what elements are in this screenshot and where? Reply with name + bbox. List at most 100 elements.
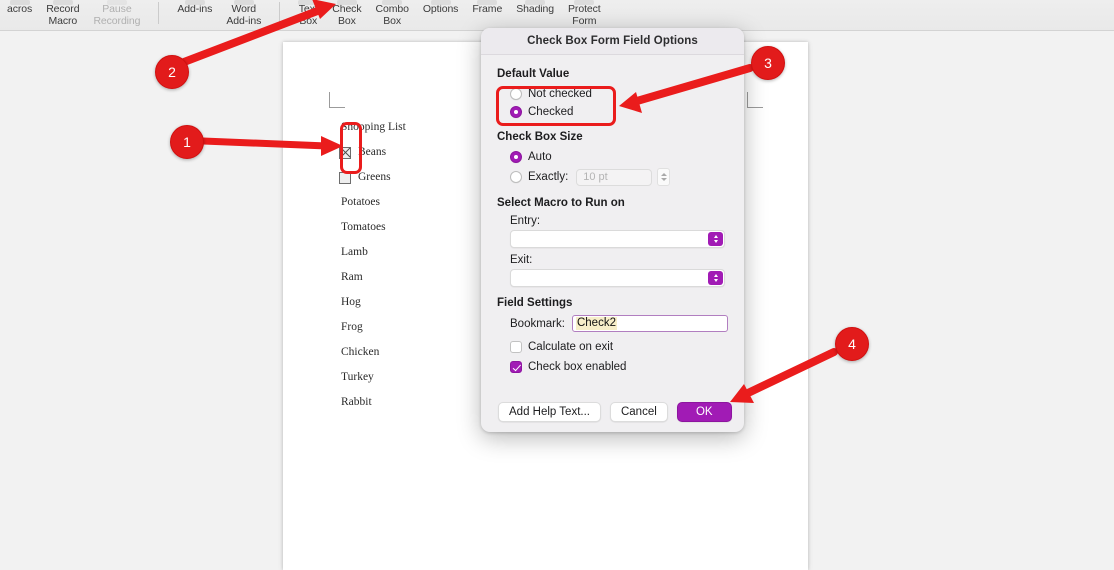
margin-marker-top-left [329,92,345,108]
entry-macro-dropdown[interactable] [510,230,725,248]
chevron-up-icon [713,235,718,239]
ribbon-toolbar: acros Record Macro Pause Recording Add-i… [0,0,1114,31]
toolbar-button-label: Word Add-ins [226,3,262,27]
radio-label-exactly: Exactly: [528,171,569,183]
record-macro-icon [52,0,73,5]
toolbar-button-combo-box[interactable]: Combo Box [368,0,415,30]
list-item-text: Chicken [341,346,380,358]
ok-button[interactable]: OK [676,402,732,422]
toolbar-button-macros[interactable]: acros [0,0,39,30]
checkbox-row-check-box-enabled[interactable]: Check box enabled [510,358,728,376]
word-add-ins-icon [233,0,254,5]
toolbar-separator [279,2,281,24]
radio-not-checked[interactable] [510,88,522,100]
list-item-text: Lamb [341,246,368,258]
macros-icon [9,0,30,5]
bookmark-input[interactable]: Check2 [571,315,728,332]
add-help-text-button[interactable]: Add Help Text... [498,402,601,422]
list-item-text: Hog [341,296,361,308]
radio-row-not-checked[interactable]: Not checked [510,85,728,103]
text-box-icon [298,0,319,5]
toolbar-button-label: Frame [472,3,503,15]
toolbar-button-frame[interactable]: Frame [465,0,509,30]
checkbox-label-check-box-enabled: Check box enabled [528,361,627,373]
toolbar-button-label: acros [7,3,33,15]
form-checkbox-greens[interactable] [339,171,351,184]
options-icon [430,0,451,5]
radio-exactly[interactable] [510,171,522,183]
toolbar-button-check-box[interactable]: Check Box [325,0,368,30]
margin-marker-top-right [747,92,763,108]
stepper-down-icon[interactable] [660,177,667,181]
toolbar-button-label: Pause Recording [93,3,141,27]
dialog-titlebar: Check Box Form Field Options [481,28,744,55]
label-entry: Entry: [510,215,541,227]
toolbar-button-label: Record Macro [46,3,80,27]
shading-icon [525,0,546,5]
dialog-footer: Add Help Text... Cancel OK [481,392,744,432]
combo-box-icon [382,0,403,5]
checkbox-check-box-enabled[interactable] [510,361,522,373]
radio-checked[interactable] [510,106,522,118]
bookmark-row: Bookmark: Check2 [510,314,728,333]
bookmark-value: Check2 [575,317,617,330]
check-box-icon [336,0,357,5]
radio-row-checked[interactable]: Checked [510,103,728,121]
toolbar-button-options[interactable]: Options [416,0,466,30]
radio-row-auto[interactable]: Auto [510,148,728,166]
toolbar-group-forms: Text Box Check Box Combo Box Options Fra… [291,0,607,30]
chevron-updown-icon[interactable] [708,271,723,285]
size-stepper[interactable] [657,168,671,186]
checkbox-calculate-on-exit[interactable] [510,341,522,353]
stepper-up-icon[interactable] [660,173,667,177]
list-item-text: Potatoes [341,196,380,208]
toolbar-separator [158,2,160,24]
check-box-form-field-options-dialog[interactable]: Check Box Form Field Options Default Val… [481,28,744,432]
form-label-greens: Greens [358,171,391,183]
checkbox-row-calculate-on-exit[interactable]: Calculate on exit [510,338,728,356]
cancel-button[interactable]: Cancel [609,402,668,422]
toolbar-button-pause-recording: Pause Recording [86,0,147,30]
toolbar-button-word-add-ins[interactable]: Word Add-ins [219,0,268,30]
list-item-text: Ram [341,271,363,283]
section-heading-field-settings: Field Settings [497,297,573,309]
pause-recording-icon [106,0,127,5]
exact-size-input[interactable]: 10 pt [576,168,653,186]
toolbar-button-add-ins[interactable]: Add-ins [170,0,219,30]
section-heading-default-value: Default Value [497,68,570,80]
section-heading-select-macro: Select Macro to Run on [497,197,625,209]
add-ins-icon [184,0,205,5]
toolbar-group-macros: acros Record Macro Pause Recording [0,0,147,30]
dialog-body: Default Value Not checked Checked Check … [481,55,744,376]
list-item-text: Turkey [341,371,374,383]
chevron-down-icon [713,239,718,243]
chevron-down-icon [713,278,718,282]
toolbar-button-label: Protect Form [568,3,601,27]
toolbar-button-label: Options [422,3,459,15]
toolbar-button-shading[interactable]: Shading [509,0,561,30]
toolbar-button-label: Check Box [332,3,362,27]
list-item-text: Rabbit [341,396,372,408]
toolbar-button-label: Shading [516,3,555,15]
label-bookmark: Bookmark: [510,317,565,330]
toolbar-button-protect-form[interactable]: Protect Form [561,0,608,30]
list-item-text: Frog [341,321,363,333]
toolbar-button-label: Combo Box [375,3,409,27]
form-label-beans: Beans [358,146,387,158]
chevron-updown-icon[interactable] [708,232,723,246]
radio-auto[interactable] [510,151,522,163]
exit-macro-dropdown[interactable] [510,269,725,287]
protect-form-icon [574,0,595,5]
frame-icon [477,0,498,5]
checkbox-label-calculate-on-exit: Calculate on exit [528,341,614,353]
toolbar-button-text-box[interactable]: Text Box [291,0,325,30]
radio-row-exactly[interactable]: Exactly: 10 pt [510,167,728,187]
radio-label-auto: Auto [528,151,552,163]
form-checkbox-beans[interactable] [339,146,351,159]
toolbar-button-label: Text Box [298,3,318,27]
label-exit: Exit: [510,254,533,266]
dialog-title: Check Box Form Field Options [527,35,698,47]
radio-label-not-checked: Not checked [528,88,592,100]
section-heading-check-box-size: Check Box Size [497,131,583,143]
toolbar-button-record-macro[interactable]: Record Macro [39,0,86,30]
